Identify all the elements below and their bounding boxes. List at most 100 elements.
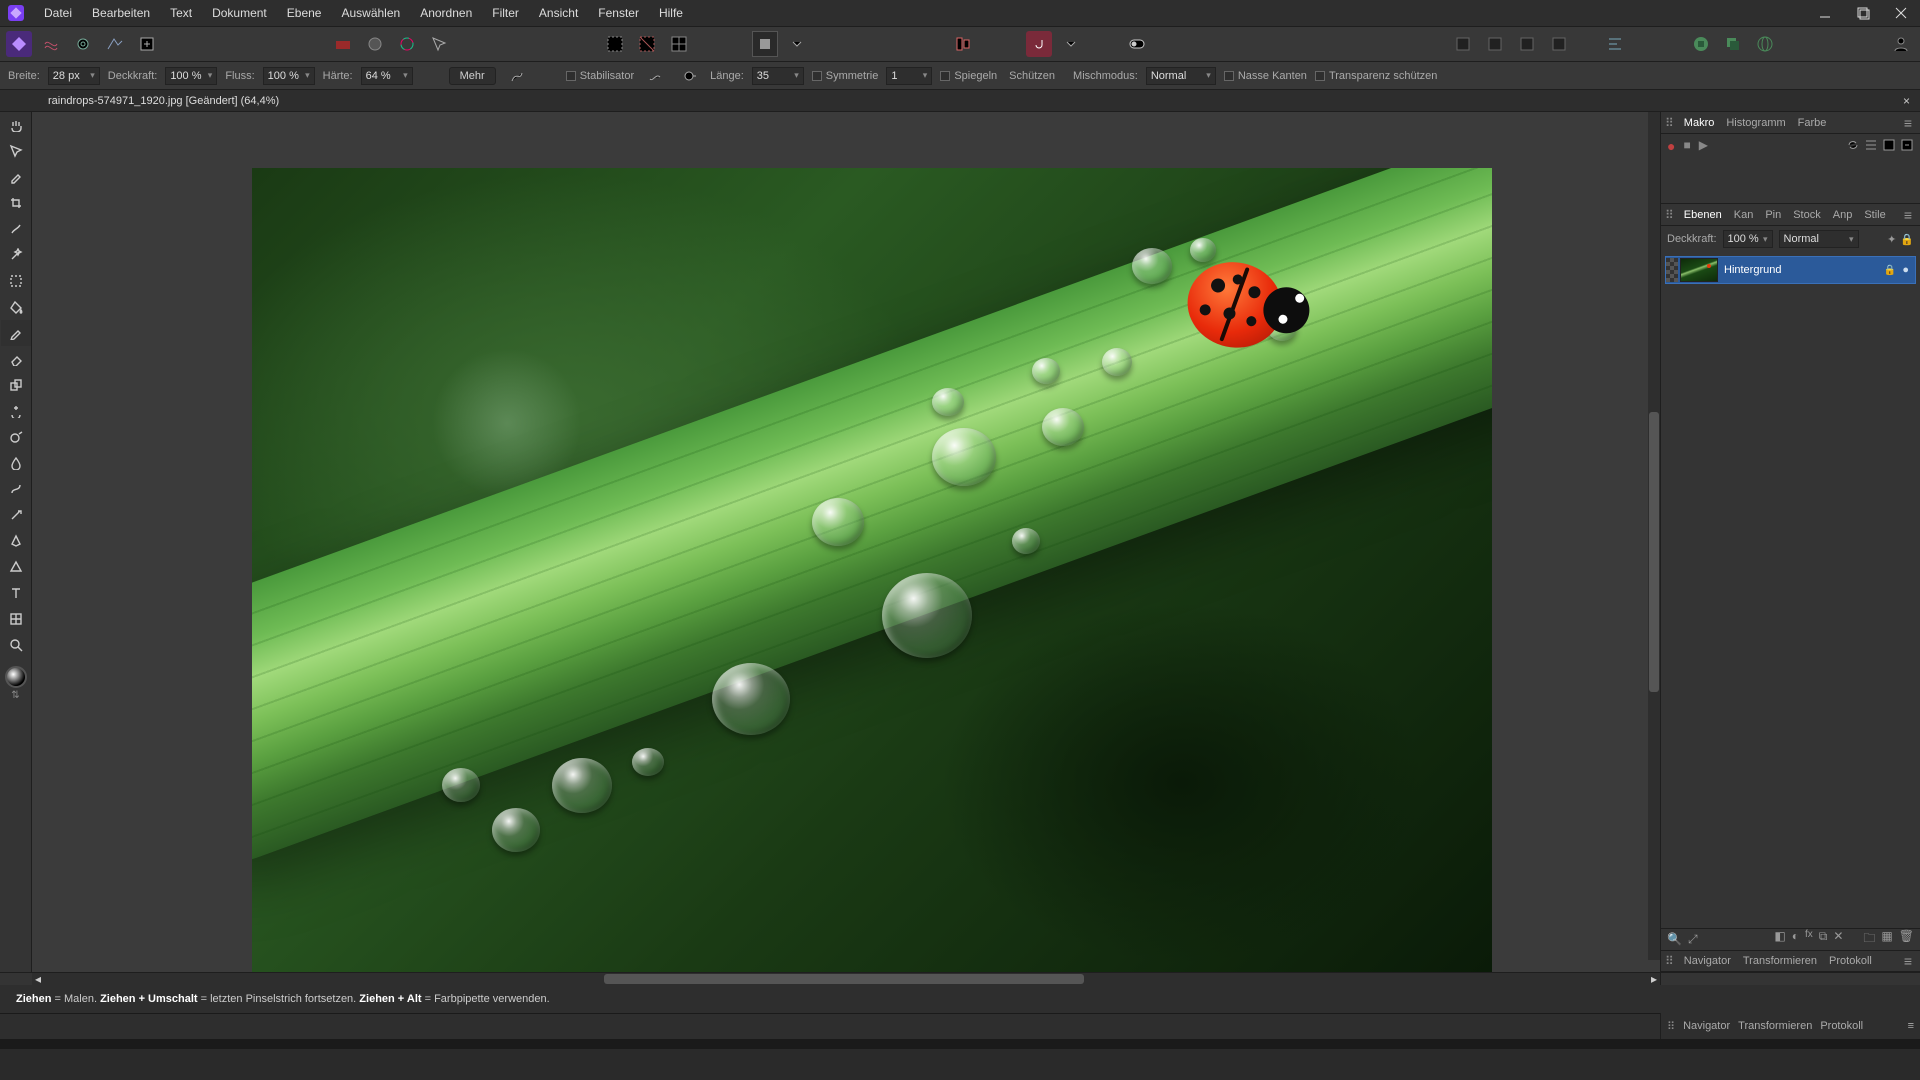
window-maximize[interactable] <box>1844 0 1882 26</box>
layer-locked-icon[interactable]: 🔒 <box>1884 265 1896 276</box>
grid-show-icon[interactable] <box>602 31 628 57</box>
paint-brush-tool[interactable] <box>1 320 31 346</box>
hand-tool[interactable] <box>1 112 31 138</box>
tab-protokoll[interactable]: Protokoll <box>1827 955 1874 967</box>
blend-input[interactable]: Normal▾ <box>1146 67 1216 85</box>
menu-text[interactable]: Text <box>160 0 202 26</box>
protect-alpha-check[interactable]: Transparenz schützen <box>1315 70 1437 82</box>
crop-layer-icon[interactable]: ✕ <box>1833 929 1843 950</box>
tab-kan[interactable]: Kan <box>1732 209 1756 221</box>
tab-pin[interactable]: Pin <box>1763 209 1783 221</box>
mask-icon[interactable]: ◧ <box>1774 929 1785 950</box>
layer-blend-input[interactable]: Normal▾ <box>1779 230 1859 248</box>
swatch-grey-icon[interactable] <box>362 31 388 57</box>
smudge-tool[interactable] <box>1 476 31 502</box>
persona-develop[interactable] <box>70 31 96 57</box>
hscroll-left[interactable]: ◂ <box>32 973 44 985</box>
layers-search-icon[interactable]: 🔍 <box>1667 932 1682 947</box>
add-layer-green-icon[interactable] <box>1688 31 1714 57</box>
erase-tool[interactable] <box>1 346 31 372</box>
marquee-tool[interactable] <box>1 268 31 294</box>
menu-fenster[interactable]: Fenster <box>588 0 649 26</box>
macro-save-icon[interactable] <box>1882 138 1896 152</box>
clone-tool[interactable] <box>1 372 31 398</box>
tab-farbe[interactable]: Farbe <box>1796 117 1829 129</box>
color-wheel-icon[interactable] <box>394 31 420 57</box>
menu-anordnen[interactable]: Anordnen <box>410 0 482 26</box>
layers-panel-menu-icon[interactable]: ≡ <box>1904 207 1916 223</box>
document-close[interactable]: × <box>1897 94 1916 108</box>
menu-datei[interactable]: Datei <box>34 0 82 26</box>
document-tab[interactable]: raindrops-574971_1920.jpg [Geändert] (64… <box>40 95 287 107</box>
window-mode-icon[interactable] <box>676 63 702 89</box>
macro-stop-icon[interactable]: ■ <box>1683 138 1690 152</box>
fx-icon[interactable]: fx <box>1805 929 1813 950</box>
layer-lock-icon[interactable]: 🔒 <box>1900 233 1914 246</box>
color-picker-tool[interactable] <box>1 164 31 190</box>
tab-navigator[interactable]: Navigator <box>1682 955 1733 967</box>
horizontal-scrollbar[interactable] <box>44 973 1648 985</box>
autoselect-icon[interactable] <box>426 31 452 57</box>
menu-bearbeiten[interactable]: Bearbeiten <box>82 0 160 26</box>
dropdown-caret-icon[interactable] <box>784 31 810 57</box>
shape-tool[interactable] <box>1 554 31 580</box>
opacity-input[interactable]: 100 %▾ <box>165 67 217 85</box>
nav-panel-menu-2-icon[interactable]: ≡ <box>1908 1020 1914 1032</box>
menu-ansicht[interactable]: Ansicht <box>529 0 588 26</box>
flood-fill-tool[interactable] <box>1 294 31 320</box>
macro-refresh-icon[interactable] <box>1846 138 1860 152</box>
layer-opacity-input[interactable]: 100 %▾ <box>1723 230 1773 248</box>
color-swatch[interactable] <box>5 666 27 688</box>
layer-visible-icon[interactable]: ● <box>1902 264 1909 276</box>
menu-hilfe[interactable]: Hilfe <box>649 0 693 26</box>
menu-auswaehlen[interactable]: Auswählen <box>331 0 410 26</box>
adjust-icon[interactable]: ◐ <box>1792 929 1799 950</box>
grid-all-icon[interactable] <box>666 31 692 57</box>
panel-menu-icon[interactable]: ≡ <box>1904 115 1916 131</box>
persona-export[interactable] <box>134 31 160 57</box>
mesh-tool[interactable] <box>1 606 31 632</box>
tab-transformieren-2[interactable]: Transformieren <box>1738 1020 1812 1032</box>
rope-mode-icon[interactable] <box>642 63 668 89</box>
add-pixel-layer-icon[interactable]: ▦ <box>1881 929 1892 950</box>
quickmask-icon[interactable] <box>752 31 778 57</box>
tab-stile[interactable]: Stile <box>1862 209 1887 221</box>
align-icon[interactable] <box>1602 31 1628 57</box>
tab-ebenen[interactable]: Ebenen <box>1682 209 1724 221</box>
stabilizer-check[interactable]: Stabilisator <box>566 70 634 82</box>
vertical-scrollbar[interactable] <box>1648 112 1660 960</box>
tab-transformieren[interactable]: Transformieren <box>1741 955 1819 967</box>
move-tool[interactable] <box>1 138 31 164</box>
macro-export-icon[interactable] <box>1900 138 1914 152</box>
tab-makro[interactable]: Makro <box>1682 117 1717 129</box>
snapping-icon[interactable] <box>1026 31 1052 57</box>
canvas-area[interactable] <box>32 112 1660 972</box>
menu-dokument[interactable]: Dokument <box>202 0 277 26</box>
symmetry-check[interactable]: Symmetrie <box>812 70 879 82</box>
layer-fx-icon[interactable]: ✦ <box>1887 233 1896 246</box>
arrange-icon[interactable] <box>950 31 976 57</box>
persona-photo[interactable] <box>6 31 32 57</box>
selection-brush-tool[interactable] <box>1 216 31 242</box>
delete-layer-icon[interactable]: 🗑 <box>1899 929 1914 950</box>
tab-anp[interactable]: Anp <box>1831 209 1855 221</box>
history-last-icon[interactable] <box>1546 31 1572 57</box>
menu-ebene[interactable]: Ebene <box>277 0 332 26</box>
macro-play-icon[interactable]: ▶ <box>1699 138 1708 152</box>
retouch-tool[interactable] <box>1 502 31 528</box>
tab-navigator-2[interactable]: Navigator <box>1683 1020 1730 1032</box>
tab-protokoll-2[interactable]: Protokoll <box>1820 1020 1863 1032</box>
inpaint-tool[interactable] <box>1 398 31 424</box>
more-button[interactable]: Mehr <box>449 67 496 85</box>
history-back-icon[interactable] <box>1450 31 1476 57</box>
zoom-tool[interactable] <box>1 632 31 658</box>
width-input[interactable]: 28 px▾ <box>48 67 100 85</box>
crop-tool[interactable] <box>1 190 31 216</box>
group-icon[interactable]: 🗀 <box>1863 929 1875 950</box>
dodge-tool[interactable] <box>1 424 31 450</box>
account-icon[interactable] <box>1888 31 1914 57</box>
nav-panel-menu-icon[interactable]: ≡ <box>1904 953 1916 969</box>
pen-tool[interactable] <box>1 528 31 554</box>
hscroll-right[interactable]: ▸ <box>1648 973 1660 985</box>
symmetry-input[interactable]: 1▾ <box>886 67 932 85</box>
